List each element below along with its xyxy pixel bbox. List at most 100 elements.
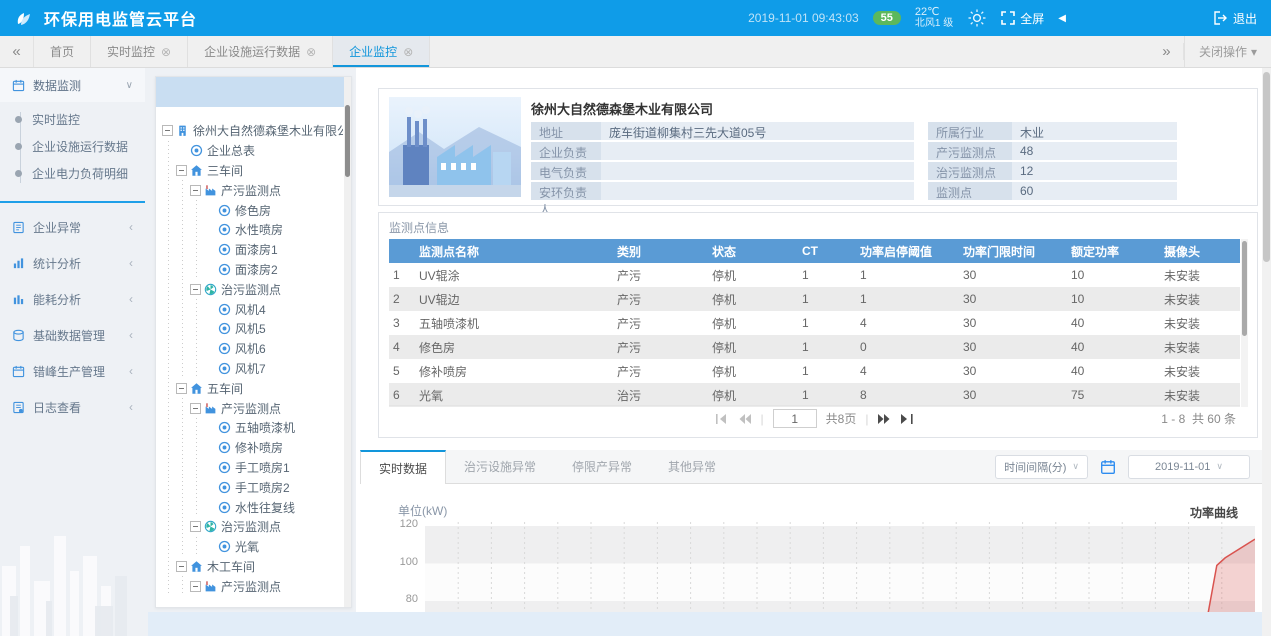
chevron-left-icon: ‹: [129, 328, 133, 342]
tree-node-workshop5[interactable]: 五车间: [162, 378, 343, 398]
table-row[interactable]: 6光氧治污停机183075未安装: [389, 383, 1240, 407]
tree-node-leaf[interactable]: 修色房: [162, 200, 343, 220]
tree-node-leaf[interactable]: 面漆房2: [162, 260, 343, 280]
sidebar-item-power-load-detail[interactable]: 企业电力负荷明细: [0, 160, 145, 187]
tabs-scroll-left-icon[interactable]: «: [0, 36, 34, 67]
tree-node-leaf[interactable]: 水性往复线: [162, 497, 343, 517]
collapse-expander-icon[interactable]: [190, 185, 201, 196]
field-label: 地址: [531, 122, 601, 140]
collapse-expander-icon[interactable]: [190, 403, 201, 414]
tree-node-leaf[interactable]: 五轴喷漆机: [162, 418, 343, 438]
table-scrollbar[interactable]: [1241, 239, 1248, 407]
last-page-icon[interactable]: [900, 413, 914, 425]
sidebar-item-base-data-management[interactable]: 基础数据管理‹: [0, 317, 145, 353]
sidebar-item-facility-data[interactable]: 企业设施运行数据: [0, 133, 145, 160]
collapse-expander-icon[interactable]: [176, 561, 187, 572]
tree-node-label: 面漆房1: [235, 241, 278, 258]
tree-selected-bar[interactable]: [156, 77, 344, 107]
tree-node-leaf[interactable]: 手工喷房2: [162, 477, 343, 497]
close-tab-icon[interactable]: ⊗: [306, 45, 316, 59]
tab-realtime-data[interactable]: 实时数据: [360, 450, 446, 484]
table-scrollbar-thumb[interactable]: [1242, 241, 1247, 336]
table-row[interactable]: 1UV辊涂产污停机113010未安装: [389, 263, 1240, 287]
sidebar-item-staggered-production[interactable]: 错峰生产管理‹: [0, 353, 145, 389]
tree-scrollbar[interactable]: [344, 77, 351, 607]
first-page-icon[interactable]: [715, 413, 729, 425]
target-icon: [218, 243, 231, 256]
interval-select[interactable]: 时间间隔(分)∨: [995, 455, 1088, 479]
tree-node-label: 木工车间: [207, 558, 255, 575]
tab-facility-data[interactable]: 企业设施运行数据⊗: [188, 36, 333, 67]
tree-node-leaf[interactable]: 修补喷房: [162, 438, 343, 458]
tree-node-pollution-points[interactable]: 产污监测点: [162, 180, 343, 200]
tree-node-leaf[interactable]: 手工喷房1: [162, 458, 343, 478]
close-tab-icon[interactable]: ⊗: [161, 45, 171, 59]
tree-node-total-meter[interactable]: 企业总表: [162, 141, 343, 161]
tree-node-leaf[interactable]: 光氧: [162, 537, 343, 557]
close-tab-icon[interactable]: ⊗: [403, 45, 413, 59]
field-label: 治污监测点: [928, 162, 1012, 180]
sidebar-item-energy-analysis[interactable]: 能耗分析‹: [0, 281, 145, 317]
sidebar-item-statistics[interactable]: 统计分析‹: [0, 245, 145, 281]
tree-node-pollution-points[interactable]: 产污监测点: [162, 398, 343, 418]
collapse-expander-icon[interactable]: [176, 165, 187, 176]
tree-node-leaf[interactable]: 风机6: [162, 339, 343, 359]
tree-node-pollution-points[interactable]: 产污监测点: [162, 576, 343, 596]
close-operations-dropdown[interactable]: 关闭操作▾: [1184, 36, 1271, 67]
collapse-expander-icon[interactable]: [190, 284, 201, 295]
tab-treatment-exception[interactable]: 治污设施异常: [446, 450, 554, 483]
next-page-icon[interactable]: [877, 413, 891, 425]
collapse-expander-icon[interactable]: [190, 521, 201, 532]
calendar-icon: [12, 365, 25, 378]
tree-node-label: 水性喷房: [235, 221, 283, 238]
table-row[interactable]: 3五轴喷漆机产污停机143040未安装: [389, 311, 1240, 335]
table-row[interactable]: 4修色房产污停机103040未安装: [389, 335, 1240, 359]
date-select[interactable]: 2019-11-01∨: [1128, 455, 1250, 479]
tab-enterprise-monitor[interactable]: 企业监控⊗: [333, 36, 430, 67]
fullscreen-button[interactable]: 全屏: [1001, 10, 1044, 27]
logout-button[interactable]: 退出: [1214, 10, 1257, 27]
sidebar-item-realtime-monitor[interactable]: 实时监控: [0, 106, 145, 133]
total-pages-label: 共8页: [826, 410, 857, 427]
database-icon: [12, 329, 25, 342]
collapse-expander-icon[interactable]: [190, 581, 201, 592]
tab-realtime-monitor[interactable]: 实时监控⊗: [91, 36, 188, 67]
page-number-input[interactable]: [773, 409, 817, 428]
tab-production-limit-exception[interactable]: 停限产异常: [554, 450, 650, 483]
page-scrollbar-thumb[interactable]: [1263, 72, 1270, 262]
tree-node-leaf[interactable]: 面漆房1: [162, 240, 343, 260]
tree-node-leaf[interactable]: 风机7: [162, 359, 343, 379]
table-row[interactable]: 2UV辊边产污停机113010未安装: [389, 287, 1240, 311]
device-tree: 徐州大自然德森堡木业有限公司 企业总表 三车间 产污监测点 修色房 水性喷房 面…: [162, 121, 343, 596]
city-skyline-decoration: [0, 506, 145, 636]
field-value: 木业: [1012, 122, 1177, 140]
sidebar-divider: [0, 201, 145, 203]
tabs-scroll-right-icon[interactable]: »: [1150, 43, 1184, 60]
tree-scrollbar-thumb[interactable]: [345, 105, 350, 177]
collapse-arrow-icon[interactable]: ◀: [1058, 13, 1066, 24]
tree-node-treatment-points[interactable]: 治污监测点: [162, 517, 343, 537]
tree-node-woodwork-shop[interactable]: 木工车间: [162, 557, 343, 577]
tree-node-leaf[interactable]: 风机5: [162, 319, 343, 339]
power-curve-svg: [425, 522, 1255, 612]
calendar-button[interactable]: [1096, 455, 1120, 479]
collapse-expander-icon[interactable]: [162, 125, 173, 136]
collapse-expander-icon[interactable]: [176, 383, 187, 394]
tree-node-label: 风机7: [235, 360, 266, 377]
tab-home[interactable]: 首页: [34, 36, 91, 67]
table-row[interactable]: 5修补喷房产污停机143040未安装: [389, 359, 1240, 383]
sidebar-item-log-view[interactable]: 日志查看‹: [0, 389, 145, 425]
tree-node-company[interactable]: 徐州大自然德森堡木业有限公司: [162, 121, 343, 141]
chart-unit-label: 单位(kW): [398, 502, 447, 519]
tree-node-leaf[interactable]: 风机4: [162, 299, 343, 319]
tree-node-leaf[interactable]: 水性喷房: [162, 220, 343, 240]
page-scrollbar[interactable]: [1262, 68, 1271, 636]
tree-node-treatment-points[interactable]: 治污监测点: [162, 279, 343, 299]
prev-page-icon[interactable]: [738, 413, 752, 425]
col-header: 状态: [708, 239, 798, 263]
sidebar-group-data-monitoring[interactable]: 数据监测 ∨: [0, 68, 145, 102]
wind-label: 北风1 级: [915, 18, 953, 29]
tree-node-workshop3[interactable]: 三车间: [162, 161, 343, 181]
sidebar-item-enterprise-exception[interactable]: 企业异常‹: [0, 209, 145, 245]
tab-other-exception[interactable]: 其他异常: [650, 450, 734, 483]
